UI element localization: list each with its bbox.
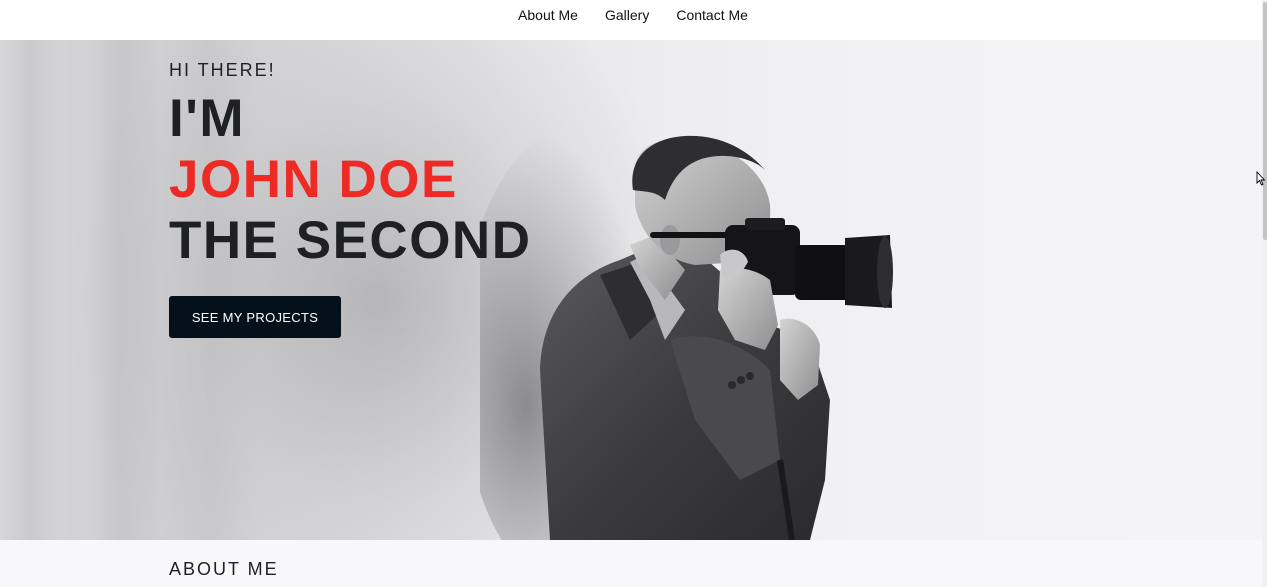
hero-heading-line-1: I'M [169, 89, 245, 148]
nav-link-gallery[interactable]: Gallery [605, 7, 649, 23]
about-section: ABOUT ME [0, 540, 1262, 587]
hero-heading-name: JOHN DOE [169, 150, 458, 209]
vertical-scrollbar[interactable] [1262, 0, 1267, 587]
mouse-cursor-icon [1256, 171, 1266, 186]
hero-section: HI THERE! I'M JOHN DOE THE SECOND SEE MY… [0, 40, 1262, 540]
page: About Me Gallery Contact Me HI THERE! I'… [0, 0, 1267, 587]
photographer-image [480, 130, 893, 540]
scrollbar-thumb[interactable] [1263, 2, 1267, 240]
top-navigation: About Me Gallery Contact Me [0, 0, 1262, 40]
nav-links: About Me Gallery Contact Me [518, 7, 748, 23]
see-my-projects-button[interactable]: SEE MY PROJECTS [169, 296, 341, 338]
about-title: ABOUT ME [169, 559, 279, 579]
nav-link-about-me[interactable]: About Me [518, 7, 578, 23]
nav-link-contact-me[interactable]: Contact Me [676, 7, 748, 23]
hero-eyebrow: HI THERE! [169, 60, 276, 80]
hero-heading-line-3: THE SECOND [169, 211, 532, 270]
